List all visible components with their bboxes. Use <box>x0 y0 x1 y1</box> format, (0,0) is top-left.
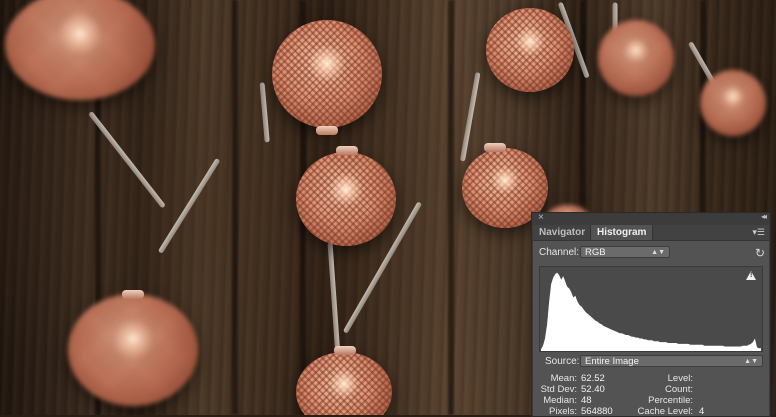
stat-stddev-label: Std Dev: <box>540 384 577 395</box>
histogram-panel: × ◂◂ Navigator Histogram ▾☰ Channel: RGB… <box>532 212 770 417</box>
stat-stddev-value: 52.40 <box>581 384 605 395</box>
chevron-updown-icon: ▲▼ <box>744 358 758 365</box>
collapse-icon[interactable]: ◂◂ <box>761 212 767 221</box>
stat-cache-level-value: 4 <box>699 406 705 417</box>
source-select[interactable]: Entire Image ▲▼ <box>580 355 763 367</box>
stat-mean-value: 62.52 <box>581 373 605 384</box>
stat-median-label: Median: <box>543 395 577 406</box>
tab-histogram[interactable]: Histogram <box>590 225 654 240</box>
histogram-graph: ! <box>539 266 763 352</box>
stat-count-label: Count: <box>665 384 693 395</box>
stat-level-label: Level: <box>667 373 693 384</box>
cache-warning-icon[interactable]: ! <box>746 271 756 280</box>
source-label: Source: <box>545 356 580 367</box>
stat-pixels-label: Pixels: <box>549 406 577 417</box>
channel-value: RGB <box>585 247 606 258</box>
histogram-plot <box>541 272 761 351</box>
stat-median-value: 48 <box>581 395 592 406</box>
stat-percentile-label: Percentile: <box>648 395 693 406</box>
stat-cache-level-label: Cache Level: <box>637 406 693 417</box>
histogram-area <box>541 272 761 351</box>
statistics: Mean: 62.52 Std Dev: 52.40 Median: 48 Pi… <box>533 373 769 417</box>
channel-select[interactable]: RGB ▲▼ <box>580 246 670 258</box>
panel-tabs: Navigator Histogram ▾☰ <box>533 225 769 241</box>
source-value: Entire Image <box>585 356 639 367</box>
chevron-updown-icon: ▲▼ <box>651 249 665 256</box>
stat-pixels-value: 564880 <box>581 406 613 417</box>
tab-navigator[interactable]: Navigator <box>533 225 591 240</box>
refresh-icon[interactable]: ↻ <box>755 246 765 260</box>
stat-mean-label: Mean: <box>550 373 577 384</box>
close-icon[interactable]: × <box>538 212 544 223</box>
channel-label: Channel: <box>539 247 580 258</box>
panel-titlebar[interactable]: × ◂◂ <box>533 212 769 225</box>
panel-menu-icon[interactable]: ▾☰ <box>752 227 765 238</box>
